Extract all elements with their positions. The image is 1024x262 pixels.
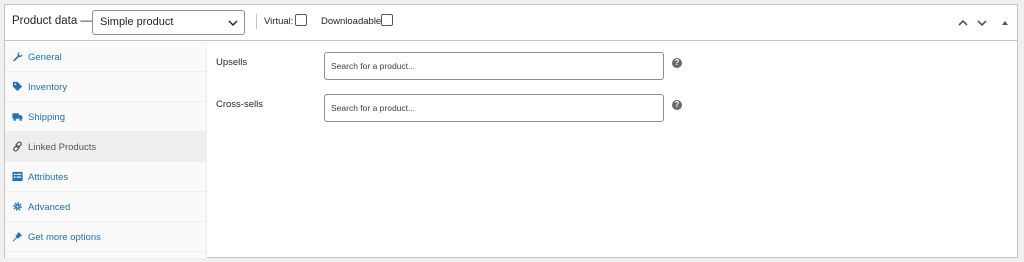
tab-advanced[interactable]: Advanced [5,192,207,222]
tab-attributes[interactable]: Attributes [5,162,207,192]
tab-shipping[interactable]: Shipping [5,102,207,132]
panel-header: Product data — Simple product Virtual: D… [5,5,1017,41]
downloadable-label: Downloadable: [321,16,384,27]
crosssells-help-icon[interactable]: ? [672,100,682,110]
chevron-down-icon [228,20,238,26]
crosssells-label: Cross-sells [216,99,263,110]
move-down-icon[interactable] [976,17,988,29]
header-divider [256,14,257,29]
tab-linked-products[interactable]: Linked Products [5,132,207,162]
virtual-checkbox[interactable] [295,14,307,26]
upsells-help-icon[interactable]: ? [672,58,682,68]
tab-label: Attributes [28,172,69,183]
upsells-label: Upsells [216,57,248,68]
tag-icon [12,81,23,92]
virtual-label: Virtual: [264,16,294,27]
tab-get-more-options[interactable]: Get more options [5,222,207,252]
downloadable-checkbox[interactable] [381,14,393,26]
product-data-panel: Product data — Simple product Virtual: D… [4,4,1018,258]
tab-label: Inventory [28,82,68,93]
link-icon [13,141,22,152]
tab-label: General [28,52,62,63]
tab-label: Get more options [28,232,101,243]
truck-icon [12,113,23,121]
panel-title: Product data — [12,15,92,27]
plugin-icon [12,231,23,242]
list-icon [12,171,23,182]
upsells-search-input[interactable] [324,52,664,80]
tab-label: Advanced [28,202,71,213]
tab-label: Linked Products [28,142,97,153]
product-type-value: Simple product [100,16,174,28]
product-type-select[interactable]: Simple product [92,10,245,35]
tab-general[interactable]: General [5,42,207,72]
gear-icon [13,202,22,211]
collapse-toggle-icon[interactable] [999,17,1011,29]
move-up-icon[interactable] [957,17,969,29]
product-data-tabs: General Inventory Shipping Linked Produc… [5,42,207,258]
tab-label: Shipping [28,112,65,123]
wrench-icon [13,51,23,62]
tab-inventory[interactable]: Inventory [5,72,207,102]
crosssells-search-input[interactable] [324,94,664,122]
